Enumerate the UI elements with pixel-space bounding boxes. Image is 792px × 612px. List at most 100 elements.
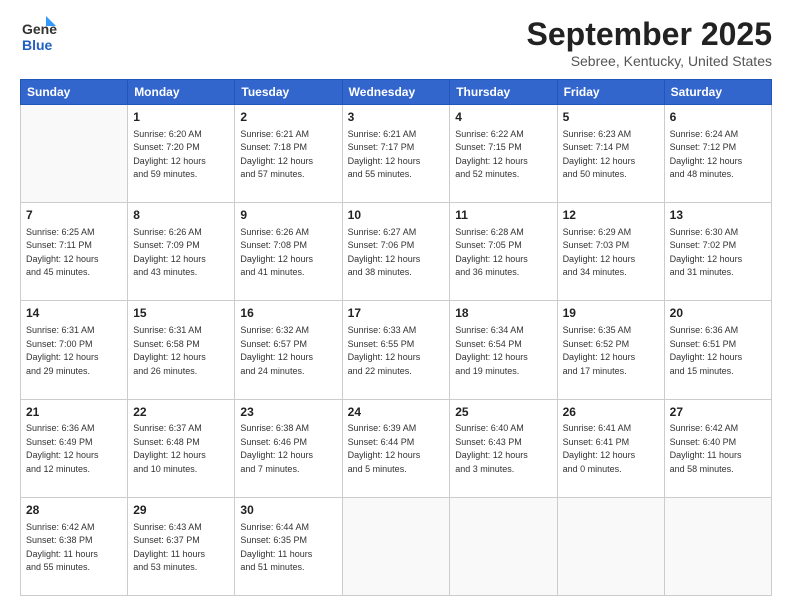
weekday-header-sunday: Sunday (21, 80, 128, 105)
location: Sebree, Kentucky, United States (527, 53, 772, 69)
day-info: Sunrise: 6:24 AM Sunset: 7:12 PM Dayligh… (670, 128, 766, 182)
calendar-cell: 15 Sunrise: 6:31 AM Sunset: 6:58 PM Dayli… (128, 301, 235, 399)
calendar-cell: 25Sunrise: 6:40 AM Sunset: 6:43 PM Dayli… (450, 399, 557, 497)
day-info: Sunrise: 6:36 AM Sunset: 6:51 PM Dayligh… (670, 324, 766, 378)
day-info: Sunrise: 6:36 AM Sunset: 6:49 PM Dayligh… (26, 422, 122, 476)
calendar-cell (342, 497, 450, 595)
day-info: Sunrise: 6:25 AM Sunset: 7:11 PM Dayligh… (26, 226, 122, 280)
calendar-cell: 13 Sunrise: 6:30 AM Sunset: 7:02 PM Dayli… (664, 203, 771, 301)
calendar-cell (21, 105, 128, 203)
calendar-cell: 16 Sunrise: 6:32 AM Sunset: 6:57 PM Dayli… (235, 301, 342, 399)
calendar-cell: 23Sunrise: 6:38 AM Sunset: 6:46 PM Dayli… (235, 399, 342, 497)
day-info: Sunrise: 6:42 AM Sunset: 6:40 PM Dayligh… (670, 422, 766, 476)
header: General Blue September 2025 Sebree, Kent… (20, 16, 772, 69)
calendar-cell: 8 Sunrise: 6:26 AM Sunset: 7:09 PM Daylig… (128, 203, 235, 301)
calendar-cell (450, 497, 557, 595)
day-info: Sunrise: 6:41 AM Sunset: 6:41 PM Dayligh… (563, 422, 659, 476)
calendar-cell: 29Sunrise: 6:43 AM Sunset: 6:37 PM Dayli… (128, 497, 235, 595)
day-number: 23 (240, 404, 336, 421)
day-info: Sunrise: 6:37 AM Sunset: 6:48 PM Dayligh… (133, 422, 229, 476)
day-number: 16 (240, 305, 336, 322)
day-number: 14 (26, 305, 122, 322)
calendar-cell: 7Sunrise: 6:25 AM Sunset: 7:11 PM Daylig… (21, 203, 128, 301)
calendar-week-5: 28 Sunrise: 6:42 AM Sunset: 6:38 PM Dayli… (21, 497, 772, 595)
weekday-header-saturday: Saturday (664, 80, 771, 105)
day-info: Sunrise: 6:22 AM Sunset: 7:15 PM Dayligh… (455, 128, 551, 182)
day-number: 1 (133, 109, 229, 126)
day-info: Sunrise: 6:33 AM Sunset: 6:55 PM Dayligh… (348, 324, 445, 378)
calendar-cell: 20 Sunrise: 6:36 AM Sunset: 6:51 PM Dayli… (664, 301, 771, 399)
title-area: September 2025 Sebree, Kentucky, United … (527, 16, 772, 69)
day-number: 13 (670, 207, 766, 224)
calendar-cell: 21Sunrise: 6:36 AM Sunset: 6:49 PM Dayli… (21, 399, 128, 497)
calendar-cell: 26Sunrise: 6:41 AM Sunset: 6:41 PM Dayli… (557, 399, 664, 497)
weekday-header-row: SundayMondayTuesdayWednesdayThursdayFrid… (21, 80, 772, 105)
day-number: 25 (455, 404, 551, 421)
day-number: 8 (133, 207, 229, 224)
day-info: Sunrise: 6:20 AM Sunset: 7:20 PM Dayligh… (133, 128, 229, 182)
day-number: 3 (348, 109, 445, 126)
day-info: Sunrise: 6:31 AM Sunset: 7:00 PM Dayligh… (26, 324, 122, 378)
weekday-header-wednesday: Wednesday (342, 80, 450, 105)
day-info: Sunrise: 6:40 AM Sunset: 6:43 PM Dayligh… (455, 422, 551, 476)
calendar-cell: 19 Sunrise: 6:35 AM Sunset: 6:52 PM Dayli… (557, 301, 664, 399)
day-number: 21 (26, 404, 122, 421)
day-number: 26 (563, 404, 659, 421)
calendar-cell: 3 Sunrise: 6:21 AM Sunset: 7:17 PM Daylig… (342, 105, 450, 203)
calendar-week-2: 7Sunrise: 6:25 AM Sunset: 7:11 PM Daylig… (21, 203, 772, 301)
day-number: 9 (240, 207, 336, 224)
day-info: Sunrise: 6:31 AM Sunset: 6:58 PM Dayligh… (133, 324, 229, 378)
calendar-cell: 18Sunrise: 6:34 AM Sunset: 6:54 PM Dayli… (450, 301, 557, 399)
calendar-cell: 27Sunrise: 6:42 AM Sunset: 6:40 PM Dayli… (664, 399, 771, 497)
day-number: 4 (455, 109, 551, 126)
day-number: 18 (455, 305, 551, 322)
day-number: 20 (670, 305, 766, 322)
day-info: Sunrise: 6:32 AM Sunset: 6:57 PM Dayligh… (240, 324, 336, 378)
day-info: Sunrise: 6:21 AM Sunset: 7:17 PM Dayligh… (348, 128, 445, 182)
day-number: 24 (348, 404, 445, 421)
calendar-cell: 5Sunrise: 6:23 AM Sunset: 7:14 PM Daylig… (557, 105, 664, 203)
day-number: 28 (26, 502, 122, 519)
day-info: Sunrise: 6:43 AM Sunset: 6:37 PM Dayligh… (133, 521, 229, 575)
weekday-header-friday: Friday (557, 80, 664, 105)
day-number: 2 (240, 109, 336, 126)
calendar-cell: 28 Sunrise: 6:42 AM Sunset: 6:38 PM Dayli… (21, 497, 128, 595)
calendar-cell: 10Sunrise: 6:27 AM Sunset: 7:06 PM Dayli… (342, 203, 450, 301)
page: General Blue September 2025 Sebree, Kent… (0, 0, 792, 612)
day-info: Sunrise: 6:23 AM Sunset: 7:14 PM Dayligh… (563, 128, 659, 182)
weekday-header-thursday: Thursday (450, 80, 557, 105)
day-info: Sunrise: 6:26 AM Sunset: 7:08 PM Dayligh… (240, 226, 336, 280)
calendar-cell (664, 497, 771, 595)
logo-icon: General Blue (20, 16, 58, 54)
month-title: September 2025 (527, 16, 772, 53)
day-info: Sunrise: 6:27 AM Sunset: 7:06 PM Dayligh… (348, 226, 445, 280)
calendar-cell: 4 Sunrise: 6:22 AM Sunset: 7:15 PM Daylig… (450, 105, 557, 203)
calendar-cell (557, 497, 664, 595)
calendar-week-3: 14 Sunrise: 6:31 AM Sunset: 7:00 PM Dayli… (21, 301, 772, 399)
day-number: 30 (240, 502, 336, 519)
calendar-table: SundayMondayTuesdayWednesdayThursdayFrid… (20, 79, 772, 596)
weekday-header-tuesday: Tuesday (235, 80, 342, 105)
calendar-cell: 1 Sunrise: 6:20 AM Sunset: 7:20 PM Daylig… (128, 105, 235, 203)
calendar-cell: 14 Sunrise: 6:31 AM Sunset: 7:00 PM Dayli… (21, 301, 128, 399)
day-info: Sunrise: 6:30 AM Sunset: 7:02 PM Dayligh… (670, 226, 766, 280)
calendar-cell: 9 Sunrise: 6:26 AM Sunset: 7:08 PM Daylig… (235, 203, 342, 301)
day-info: Sunrise: 6:39 AM Sunset: 6:44 PM Dayligh… (348, 422, 445, 476)
calendar-cell: 17 Sunrise: 6:33 AM Sunset: 6:55 PM Dayli… (342, 301, 450, 399)
logo: General Blue (20, 16, 58, 54)
calendar-week-1: 1 Sunrise: 6:20 AM Sunset: 7:20 PM Daylig… (21, 105, 772, 203)
calendar-cell: 22Sunrise: 6:37 AM Sunset: 6:48 PM Dayli… (128, 399, 235, 497)
svg-text:Blue: Blue (22, 37, 53, 53)
day-number: 17 (348, 305, 445, 322)
calendar-cell: 11Sunrise: 6:28 AM Sunset: 7:05 PM Dayli… (450, 203, 557, 301)
calendar-cell: 6Sunrise: 6:24 AM Sunset: 7:12 PM Daylig… (664, 105, 771, 203)
day-info: Sunrise: 6:38 AM Sunset: 6:46 PM Dayligh… (240, 422, 336, 476)
day-info: Sunrise: 6:42 AM Sunset: 6:38 PM Dayligh… (26, 521, 122, 575)
day-number: 19 (563, 305, 659, 322)
day-number: 27 (670, 404, 766, 421)
day-info: Sunrise: 6:35 AM Sunset: 6:52 PM Dayligh… (563, 324, 659, 378)
day-number: 22 (133, 404, 229, 421)
calendar-cell: 2Sunrise: 6:21 AM Sunset: 7:18 PM Daylig… (235, 105, 342, 203)
day-number: 15 (133, 305, 229, 322)
day-info: Sunrise: 6:26 AM Sunset: 7:09 PM Dayligh… (133, 226, 229, 280)
